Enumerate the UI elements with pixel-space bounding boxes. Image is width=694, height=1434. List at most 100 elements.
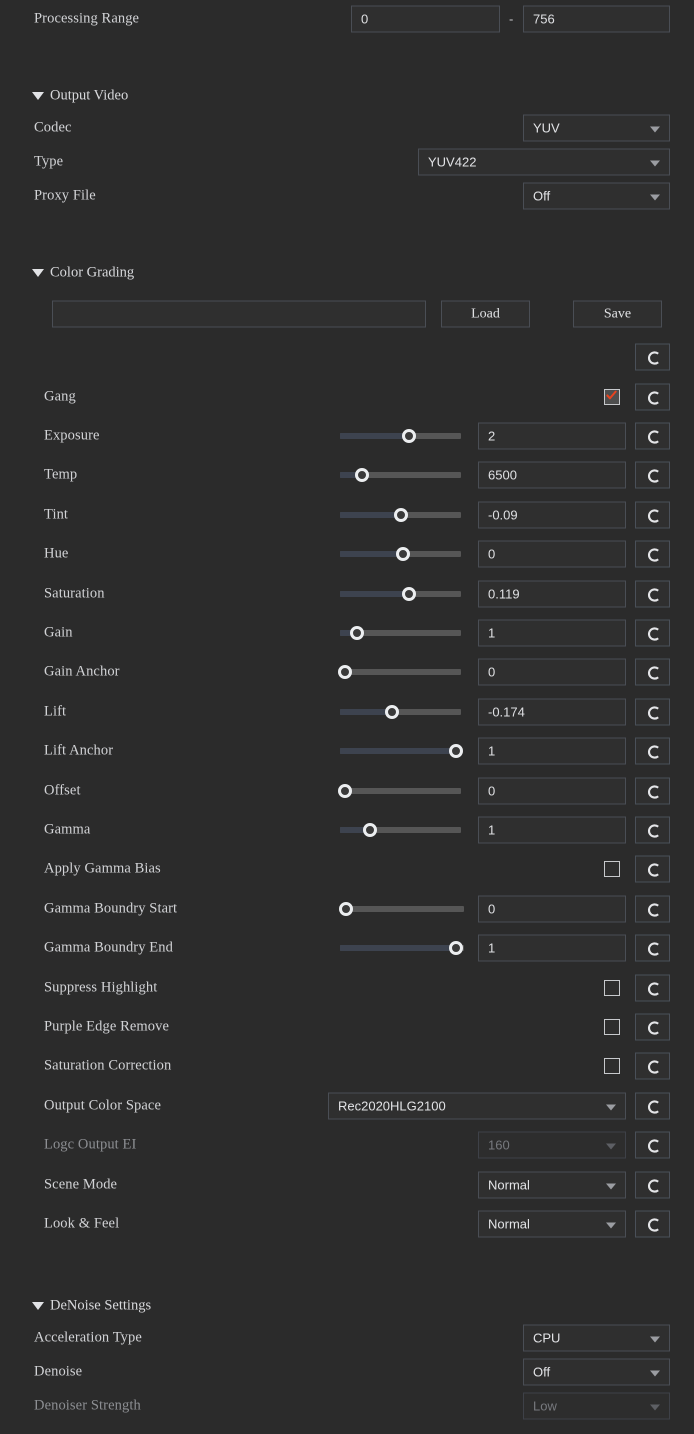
chevron-down-icon	[650, 1336, 660, 1342]
reset-icon-button-look-feel[interactable]	[635, 1210, 670, 1238]
lift-anchor-value-input[interactable]: 1	[478, 737, 626, 765]
slider-handle[interactable]	[338, 783, 352, 798]
slider-handle[interactable]	[402, 429, 416, 443]
offset-slider[interactable]	[338, 783, 461, 798]
look-feel-dropdown[interactable]: Normal	[478, 1210, 626, 1238]
color-grading-section-header[interactable]: Color Grading	[0, 262, 694, 284]
reset-icon-button-hue[interactable]	[635, 540, 670, 568]
gain-anchor-value-input[interactable]: 0	[478, 658, 626, 686]
reset-icon-button-gamma[interactable]	[635, 816, 670, 844]
gamma-label: Gamma	[44, 821, 91, 838]
slider-handle[interactable]	[449, 744, 463, 759]
output-color-space-dropdown[interactable]: Rec2020HLG2100	[328, 1092, 626, 1120]
gang-checkbox[interactable]	[604, 389, 620, 405]
reset-icon-button-scene-mode[interactable]	[635, 1171, 670, 1199]
reset-icon-button-lift-anchor[interactable]	[635, 737, 670, 765]
reset-icon-button-all[interactable]	[635, 343, 670, 371]
slider-handle[interactable]	[339, 902, 353, 916]
slider-handle[interactable]	[449, 941, 463, 955]
slider-handle[interactable]	[385, 704, 399, 719]
reset-icon-button-lift[interactable]	[635, 698, 670, 726]
suppress-highlight-checkbox[interactable]	[604, 980, 620, 996]
gamma-value-input[interactable]: 1	[478, 816, 626, 844]
gamma-boundry-end-slider[interactable]	[340, 941, 464, 955]
reset-icon-button-logc-output-ei[interactable]	[635, 1131, 670, 1159]
codec-dropdown[interactable]: YUV	[523, 114, 670, 142]
reset-icon-button-saturation-correction[interactable]	[635, 1052, 670, 1080]
preset-path-input[interactable]	[52, 300, 426, 328]
logc-output-ei-dropdown[interactable]: 160	[478, 1131, 626, 1159]
scene-mode-row: Scene Mode Normal	[0, 1171, 694, 1199]
reset-icon-button-tint[interactable]	[635, 501, 670, 529]
slider-track	[340, 787, 461, 794]
gamma-boundry-start-value-input[interactable]: 0	[478, 895, 626, 923]
acceleration-type-dropdown[interactable]: CPU	[523, 1324, 670, 1352]
suppress-highlight-label: Suppress Highlight	[44, 979, 158, 996]
exposure-slider[interactable]	[340, 429, 461, 443]
save-button[interactable]: Save	[573, 300, 662, 328]
gain-slider[interactable]	[340, 626, 461, 640]
reset-icon-button-gamma-boundry-start[interactable]	[635, 895, 670, 923]
saturation-slider[interactable]	[340, 586, 461, 601]
gain-value-input[interactable]: 1	[478, 619, 626, 647]
processing-range-start-input[interactable]: 0	[351, 5, 500, 33]
reset-icon-button-purple-edge-remove[interactable]	[635, 1013, 670, 1041]
reset-icon-button-gamma-boundry-end[interactable]	[635, 934, 670, 962]
denoise-dropdown[interactable]: Off	[523, 1358, 670, 1386]
tint-value-input[interactable]: -0.09	[478, 501, 626, 529]
reset-icon-button-temp[interactable]	[635, 461, 670, 489]
temp-slider[interactable]	[340, 468, 461, 483]
apply-gamma-bias-checkbox[interactable]	[604, 861, 620, 877]
purple-edge-remove-checkbox[interactable]	[604, 1019, 620, 1035]
lift-slider[interactable]	[340, 704, 461, 719]
reset-icon-button-output-color-space[interactable]	[635, 1092, 670, 1120]
reset-icon-button-offset[interactable]	[635, 777, 670, 805]
reset-icon-button-suppress-highlight[interactable]	[635, 974, 670, 1002]
denoiser-strength-dropdown[interactable]: Low	[523, 1392, 670, 1420]
slider-handle[interactable]	[402, 586, 416, 601]
lift-anchor-slider[interactable]	[340, 744, 463, 759]
scene-mode-dropdown[interactable]: Normal	[478, 1171, 626, 1199]
slider-handle[interactable]	[396, 547, 410, 562]
output-video-section-header[interactable]: Output Video	[0, 85, 694, 107]
type-dropdown[interactable]: YUV422	[418, 148, 670, 176]
reset-icon-button-apply-gamma-bias[interactable]	[635, 855, 670, 883]
load-button[interactable]: Load	[441, 300, 530, 328]
slider-handle[interactable]	[355, 468, 369, 483]
processing-range-end-input[interactable]: 756	[523, 5, 670, 33]
slider-handle[interactable]	[363, 823, 377, 837]
offset-value-input[interactable]: 0	[478, 777, 626, 805]
reset-icon-button-exposure[interactable]	[635, 422, 670, 450]
gain-anchor-slider[interactable]	[338, 665, 461, 680]
slider-handle[interactable]	[350, 626, 364, 640]
reset-icon	[648, 942, 659, 956]
look-feel-value: Normal	[488, 1216, 530, 1232]
denoise-section-header[interactable]: DeNoise Settings	[0, 1295, 694, 1317]
hue-slider[interactable]	[340, 547, 461, 562]
reset-icon	[648, 548, 659, 562]
reset-icon-button-gang[interactable]	[635, 383, 670, 411]
slider-handle[interactable]	[338, 665, 352, 680]
exposure-value-input[interactable]: 2	[478, 422, 626, 450]
reset-icon-button-saturation[interactable]	[635, 580, 670, 608]
hue-value-input[interactable]: 0	[478, 540, 626, 568]
output-color-space-label: Output Color Space	[44, 1097, 161, 1114]
gamma-slider[interactable]	[340, 823, 461, 837]
chevron-down-icon	[650, 1370, 660, 1376]
tint-slider[interactable]	[340, 507, 461, 522]
slider-handle[interactable]	[394, 507, 408, 522]
reset-icon	[648, 351, 659, 365]
reset-icon-button-gain[interactable]	[635, 619, 670, 647]
lift-value-input[interactable]: -0.174	[478, 698, 626, 726]
logc-output-ei-value: 160	[488, 1137, 510, 1153]
gamma-boundry-start-slider[interactable]	[339, 902, 464, 916]
reset-icon-button-gain-anchor[interactable]	[635, 658, 670, 686]
saturation-value-input[interactable]: 0.119	[478, 580, 626, 608]
reset-icon	[648, 706, 659, 720]
saturation-correction-checkbox[interactable]	[604, 1058, 620, 1074]
proxy-file-dropdown[interactable]: Off	[523, 182, 670, 210]
gain-row: Gain 1	[0, 619, 694, 647]
gamma-boundry-end-value-input[interactable]: 1	[478, 934, 626, 962]
chevron-down-icon	[650, 194, 660, 200]
temp-value-input[interactable]: 6500	[478, 461, 626, 489]
